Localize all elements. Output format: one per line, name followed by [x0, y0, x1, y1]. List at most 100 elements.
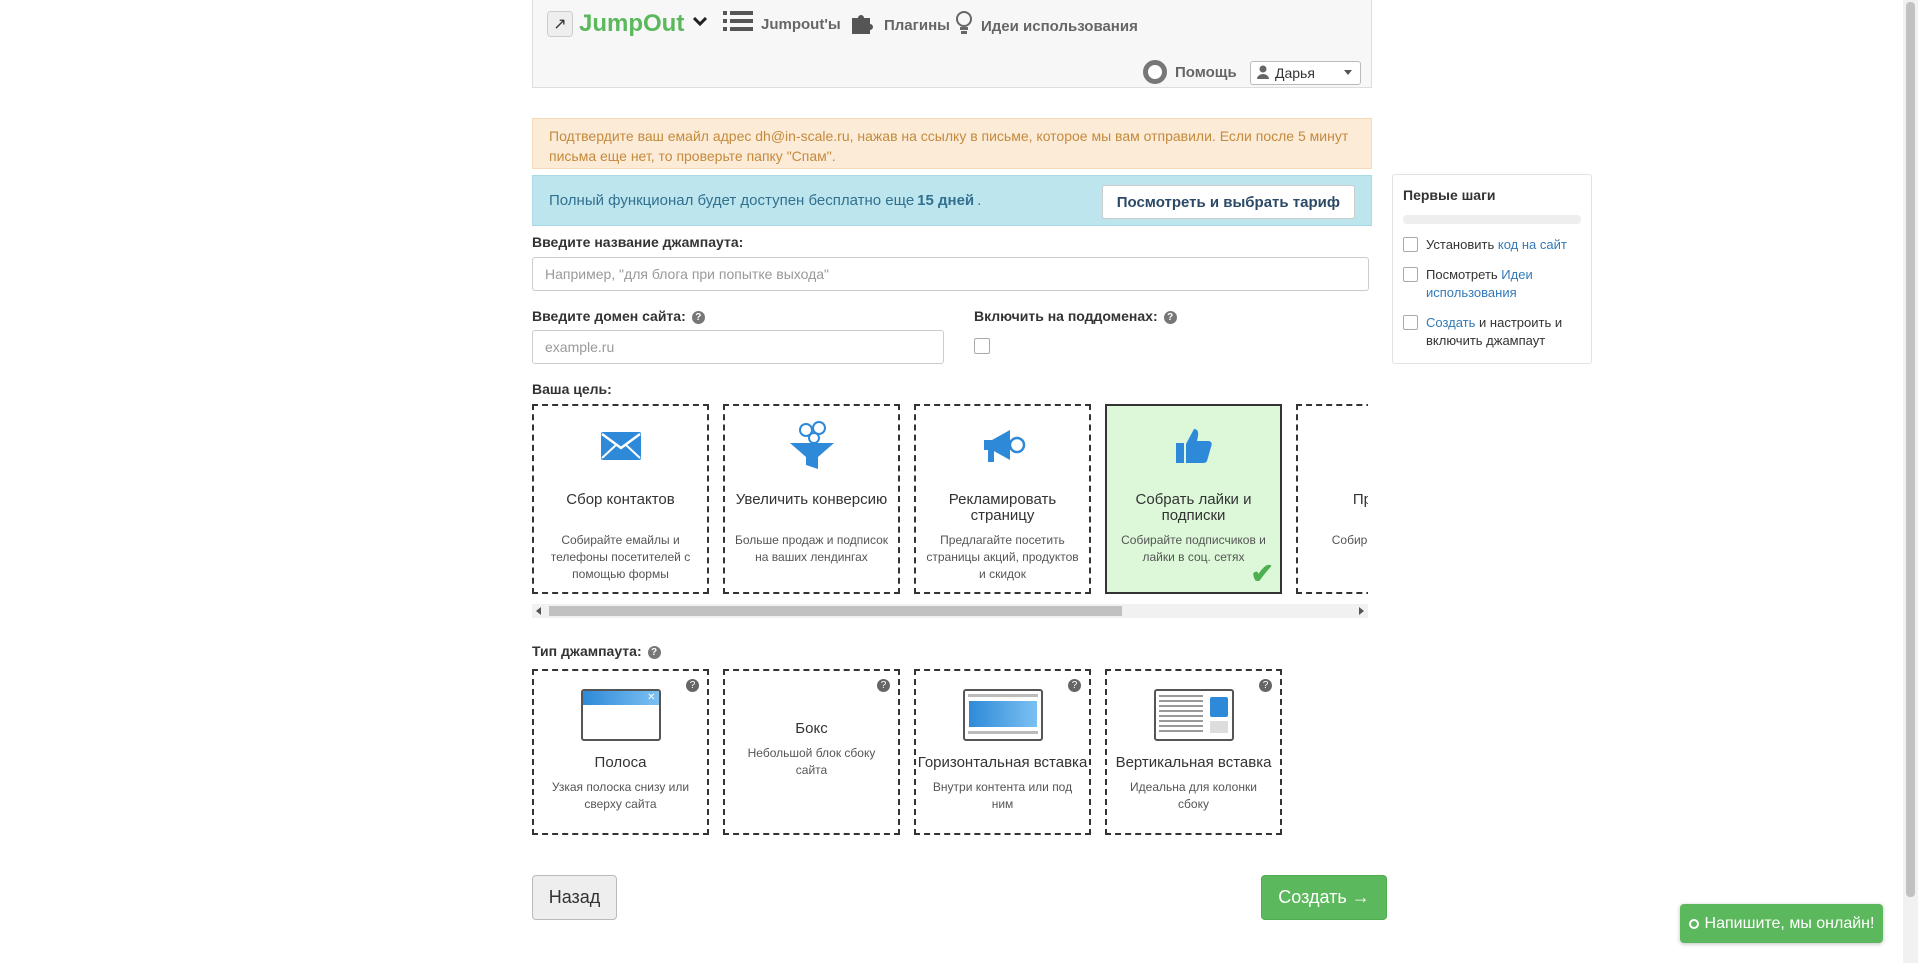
scroll-right-icon[interactable]	[1359, 607, 1364, 615]
scroll-thumb[interactable]	[549, 606, 1122, 616]
question-icon[interactable]: ?	[1068, 679, 1081, 692]
horizontal-preview-icon	[962, 689, 1043, 741]
step-create: Создать и настроить и включить джампаут	[1403, 314, 1581, 350]
page-scrollbar[interactable]	[1903, 0, 1918, 963]
user-icon	[1257, 65, 1269, 82]
email-confirm-alert: Подтвердите ваш емайл адрес dh@in-scale.…	[532, 118, 1372, 169]
trial-info-prefix: Полный функционал будет доступен бесплат…	[549, 192, 915, 209]
step-link[interactable]: код на сайт	[1498, 237, 1567, 252]
step-link[interactable]: Создать	[1426, 315, 1475, 330]
type-desc: Идеальна для колонки сбоку	[1130, 780, 1257, 811]
page-scroll-thumb[interactable]	[1906, 2, 1915, 897]
name-input[interactable]: Например, "для блога при попытке выхода"	[532, 257, 1369, 291]
step-text: Установить	[1426, 237, 1495, 252]
type-card-box[interactable]: ? Бокс Небольшой блок сбоку сайта	[723, 669, 900, 835]
goal-title: Собрать лайки и подписки	[1135, 491, 1252, 524]
goal-title: Сбор контактов	[566, 491, 675, 508]
nav-ideas-label: Идеи использования	[981, 18, 1138, 35]
trial-info-alert: Полный функционал будет доступен бесплат…	[532, 175, 1372, 226]
nav-jumpouts-label: Jumpout'ы	[761, 16, 841, 33]
envelope-icon	[534, 422, 707, 470]
goal-desc: Предлагайте посетить страницы акций, про…	[926, 533, 1079, 581]
type-desc: Небольшой блок сбоку сайта	[747, 746, 876, 777]
type-title: Полоса	[594, 754, 647, 771]
step-checkbox[interactable]	[1403, 237, 1418, 252]
puzzle-icon	[850, 10, 876, 41]
lightbulb-icon	[955, 10, 973, 43]
step-install: Установить код на сайт	[1403, 236, 1581, 254]
type-label: Тип джампаута:	[532, 643, 642, 659]
help-label: Помощь	[1175, 63, 1237, 81]
goal-desc: Больше продаж и подписок на ваших лендин…	[735, 533, 888, 564]
subdomain-label-wrap: Включить на поддоменах:?	[974, 308, 1177, 324]
goal-card-contacts[interactable]: Сбор контактов Собирайте емайлы и телефо…	[532, 404, 709, 594]
thumbs-up-icon	[1107, 422, 1280, 470]
step-checkbox[interactable]	[1403, 267, 1418, 282]
goal-title: Пред поз	[1352, 491, 1368, 508]
caret-down-icon	[1344, 70, 1352, 75]
subdomain-label: Включить на поддоменах:	[974, 308, 1158, 324]
create-button[interactable]: Создать →	[1261, 875, 1387, 920]
online-chat-button[interactable]: Напишите, мы онлайн!	[1680, 904, 1883, 943]
funnel-icon	[725, 421, 898, 470]
nav-plugins-label: Плагины	[884, 17, 950, 34]
goal-card-likes[interactable]: Собрать лайки и подписки Собирайте подпи…	[1105, 404, 1282, 594]
megaphone-icon	[916, 422, 1089, 470]
question-icon[interactable]: ?	[877, 679, 890, 692]
user-name: Дарья	[1275, 65, 1315, 81]
type-title: Бокс	[795, 720, 828, 737]
lifebuoy-icon	[1143, 60, 1167, 84]
first-steps-panel: Первые шаги Установить код на сайт Посмо…	[1392, 174, 1592, 364]
nav-jumpouts[interactable]: Jumpout'ы	[723, 10, 841, 39]
logo[interactable]: ↗ JumpOut	[547, 10, 684, 38]
goal-card-partial[interactable]: Пред поз Собира предлага з	[1296, 404, 1368, 594]
goal-card-promote[interactable]: Рекламировать страницу Предлагайте посет…	[914, 404, 1091, 594]
logo-text: JumpOut	[579, 10, 685, 37]
checkmark-icon: ✔	[1250, 558, 1274, 589]
question-icon[interactable]: ?	[1259, 679, 1272, 692]
question-icon[interactable]: ?	[647, 645, 661, 659]
chat-label: Напишите, мы онлайн!	[1704, 914, 1875, 932]
top-header: ↗ JumpOut Jumpout'ы Плагины Идеи использ…	[532, 0, 1372, 88]
logo-arrow-icon: ↗	[547, 11, 573, 37]
step-text: Посмотреть	[1426, 267, 1498, 282]
user-dropdown[interactable]: Дарья	[1250, 61, 1361, 85]
type-title: Вертикальная вставка	[1115, 754, 1272, 771]
type-card-vertical[interactable]: ? Вертикальная вставка Идеальна для коло…	[1105, 669, 1282, 835]
chevron-down-icon[interactable]	[692, 14, 708, 32]
scroll-left-icon[interactable]	[536, 607, 541, 615]
trial-days: 15 дней	[917, 192, 975, 209]
goal-card-conversion[interactable]: Увеличить конверсию Больше продаж и подп…	[723, 404, 900, 594]
question-icon[interactable]: ?	[691, 310, 705, 324]
back-button[interactable]: Назад	[532, 875, 617, 920]
type-card-bar[interactable]: ? ✕ Полоса Узкая полоска снизу или сверх…	[532, 669, 709, 835]
domain-label: Введите домен сайта:	[532, 308, 686, 324]
partial-icon	[1298, 422, 1368, 470]
domain-input[interactable]: example.ru	[532, 330, 944, 364]
goal-cards: Сбор контактов Собирайте емайлы и телефо…	[532, 404, 1368, 594]
question-icon[interactable]: ?	[1163, 310, 1177, 324]
type-desc: Внутри контента или под ним	[932, 780, 1073, 811]
goal-desc: Собирайте емайлы и телефоны посетителей …	[550, 533, 691, 581]
question-icon[interactable]: ?	[686, 679, 699, 692]
nav-plugins[interactable]: Плагины	[850, 10, 950, 41]
goal-horizontal-scrollbar[interactable]	[532, 604, 1368, 618]
subdomain-checkbox[interactable]	[974, 338, 990, 354]
step-ideas: Посмотреть Идеи использования	[1403, 266, 1581, 302]
help-link[interactable]: Помощь	[1143, 60, 1237, 84]
type-title: Горизонтальная вставка	[917, 754, 1088, 771]
goal-desc: Собира предлага з	[1331, 533, 1368, 547]
trial-info-suffix: .	[977, 192, 982, 209]
view-tariff-button[interactable]: Посмотреть и выбрать тариф	[1101, 185, 1355, 219]
list-icon	[723, 10, 753, 39]
vertical-preview-icon	[1153, 689, 1234, 741]
goal-title: Увеличить конверсию	[735, 491, 888, 508]
first-steps-title: Первые шаги	[1403, 187, 1496, 203]
type-card-horizontal[interactable]: ? Горизонтальная вставка Внутри контента…	[914, 669, 1091, 835]
name-label: Введите название джампаута:	[532, 234, 744, 250]
nav-ideas[interactable]: Идеи использования	[955, 10, 1138, 43]
step-checkbox[interactable]	[1403, 315, 1418, 330]
domain-label-wrap: Введите домен сайта:?	[532, 308, 705, 324]
type-label-wrap: Тип джампаута:?	[532, 643, 661, 659]
type-desc: Узкая полоска снизу или сверху сайта	[551, 780, 690, 811]
